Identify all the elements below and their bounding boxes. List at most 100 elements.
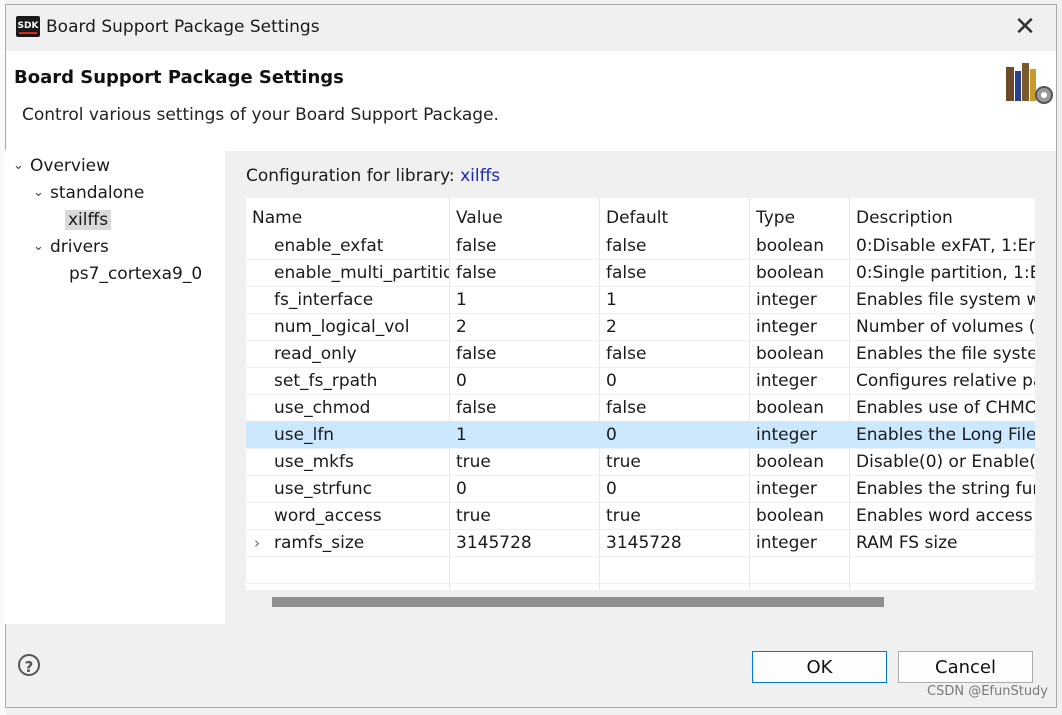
table-row[interactable]: use_strfunc 0 0 integer Enables the string f… xyxy=(246,475,1035,503)
table-row[interactable]: set_fs_rpath 0 0 integer Configures relative… xyxy=(246,367,1035,395)
column-header-value[interactable]: Value xyxy=(456,204,503,231)
chevron-down-icon[interactable]: ⌄ xyxy=(33,239,44,254)
bsp-tree: ⌄ Overview ⌄ standalone xilffs ⌄ drivers… xyxy=(4,150,225,624)
cell-value[interactable]: 2 xyxy=(456,313,596,340)
cell-name: ramfs_size xyxy=(274,533,365,553)
settings-table: Name Value Default Type Description enab… xyxy=(246,198,1035,590)
chevron-right-icon[interactable]: › xyxy=(254,529,260,556)
table-row[interactable]: word_access true true boolean Enables word a… xyxy=(246,502,1035,530)
cell-default: true xyxy=(606,452,641,472)
cell-type: boolean xyxy=(756,263,824,283)
scrollbar-thumb[interactable] xyxy=(272,597,884,607)
cell-value[interactable]: 0 xyxy=(456,475,596,502)
cell-name: read_only xyxy=(274,344,357,364)
table-row[interactable]: use_lfn 1 0 integer Enables the Long File xyxy=(246,421,1035,449)
cell-name: use_mkfs xyxy=(274,452,354,472)
cell-type: integer xyxy=(756,533,817,553)
column-header-type[interactable]: Type xyxy=(756,204,795,231)
config-label: Configuration for library: xilffs xyxy=(246,166,500,186)
table-row[interactable]: fs_interface 1 1 integer Enables file system… xyxy=(246,286,1035,314)
cell-value[interactable]: 1 xyxy=(456,421,596,448)
cell-value[interactable]: false xyxy=(456,394,596,421)
header-title: Board Support Package Settings xyxy=(14,67,344,88)
column-header-name[interactable]: Name xyxy=(252,204,302,231)
empty-row xyxy=(246,583,1035,590)
cell-default: true xyxy=(606,506,641,526)
cell-value[interactable]: false xyxy=(456,340,596,367)
cell-description: Enables the Long File xyxy=(856,425,1035,445)
cell-name: set_fs_rpath xyxy=(274,371,378,391)
close-button[interactable]: ✕ xyxy=(1010,13,1040,43)
config-label-text: Configuration for library: xyxy=(246,166,455,186)
table-row[interactable]: read_only false false boolean Enables the fi… xyxy=(246,340,1035,368)
chevron-down-icon[interactable]: ⌄ xyxy=(13,158,24,173)
cell-value[interactable]: true xyxy=(456,502,596,529)
cell-type: integer xyxy=(756,290,817,310)
cell-type: integer xyxy=(756,317,817,337)
cell-name: use_strfunc xyxy=(274,479,372,499)
cell-default: false xyxy=(606,398,647,418)
help-button[interactable]: ? xyxy=(18,654,40,676)
cell-value[interactable]: 3145728 xyxy=(456,529,596,556)
horizontal-scrollbar[interactable] xyxy=(246,594,1035,610)
watermark: CSDN @EfunStudy xyxy=(927,684,1048,699)
cell-name: fs_interface xyxy=(274,290,374,310)
cell-description: Enables file system wi xyxy=(856,290,1035,310)
title-bar: SDK Board Support Package Settings ✕ xyxy=(6,5,1056,51)
cell-value[interactable]: false xyxy=(456,232,596,259)
tree-item-drivers[interactable]: drivers xyxy=(50,237,109,257)
cell-type: boolean xyxy=(756,452,824,472)
cell-default: 0 xyxy=(606,425,617,445)
cell-type: boolean xyxy=(756,344,824,364)
cell-default: false xyxy=(606,236,647,256)
cell-value[interactable]: false xyxy=(456,259,596,286)
chevron-down-icon[interactable]: ⌄ xyxy=(33,185,44,200)
window-title: Board Support Package Settings xyxy=(46,17,320,37)
cell-default: false xyxy=(606,263,647,283)
table-row[interactable]: › ramfs_size 3145728 3145728 integer RAM FS s… xyxy=(246,529,1035,557)
cell-default: 2 xyxy=(606,317,617,337)
table-row[interactable]: use_mkfs true true boolean Disable(0) or Ena… xyxy=(246,448,1035,476)
cell-type: integer xyxy=(756,479,817,499)
cell-type: boolean xyxy=(756,506,824,526)
cell-name: enable_exfat xyxy=(274,236,384,256)
cell-description: Enables use of CHMO xyxy=(856,398,1035,418)
cell-description: 0:Single partition, 1:E xyxy=(856,263,1035,283)
books-gear-icon xyxy=(1006,63,1053,104)
table-row[interactable]: enable_exfat false false boolean 0:Disable e… xyxy=(246,232,1035,260)
cell-value[interactable]: 0 xyxy=(456,367,596,394)
cell-description: Enables the string fur xyxy=(856,479,1035,499)
table-row[interactable]: use_chmod false false boolean Enables use of… xyxy=(246,394,1035,422)
cell-value[interactable]: true xyxy=(456,448,596,475)
tree-item-xilffs[interactable]: xilffs xyxy=(65,210,112,230)
cell-description: Configures relative pa xyxy=(856,371,1035,391)
header-subtitle: Control various settings of your Board S… xyxy=(22,105,499,125)
cell-description: Number of volumes (l xyxy=(856,317,1035,337)
table-row[interactable]: enable_multi_partitio false false boolean 0:… xyxy=(246,259,1035,287)
cell-name: use_lfn xyxy=(274,425,335,445)
tree-item-overview[interactable]: Overview xyxy=(30,156,110,176)
cell-default: 0 xyxy=(606,479,617,499)
cell-default: 1 xyxy=(606,290,617,310)
sdk-app-icon: SDK xyxy=(16,16,40,37)
cell-type: boolean xyxy=(756,398,824,418)
cell-type: boolean xyxy=(756,236,824,256)
cell-type: integer xyxy=(756,371,817,391)
cancel-button[interactable]: Cancel xyxy=(898,651,1033,683)
cell-name: enable_multi_partitio xyxy=(274,263,449,283)
cell-type: integer xyxy=(756,425,817,445)
tree-item-standalone[interactable]: standalone xyxy=(50,183,144,203)
column-header-description[interactable]: Description xyxy=(856,204,953,231)
cell-default: 0 xyxy=(606,371,617,391)
column-header-default[interactable]: Default xyxy=(606,204,668,231)
ok-button[interactable]: OK xyxy=(752,651,887,683)
empty-row xyxy=(246,556,1035,584)
cell-description: Enables word access f xyxy=(856,506,1035,526)
cell-description: RAM FS size xyxy=(856,533,958,553)
cell-description: Enables the file systen xyxy=(856,344,1035,364)
cell-value[interactable]: 1 xyxy=(456,286,596,313)
tree-item-ps7-cortexa9-0[interactable]: ps7_cortexa9_0 xyxy=(69,264,202,284)
cell-description: 0:Disable exFAT, 1:Ena xyxy=(856,236,1035,256)
table-header: Name Value Default Type Description xyxy=(246,204,1035,231)
table-row[interactable]: num_logical_vol 2 2 integer Number of volume… xyxy=(246,313,1035,341)
